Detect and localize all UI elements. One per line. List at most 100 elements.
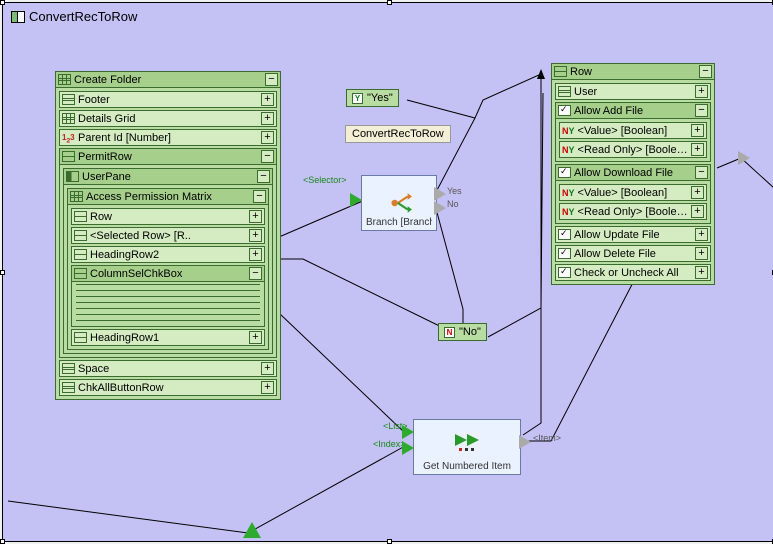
branch-caption: ConvertRecToRow [345, 125, 451, 143]
collapse-button[interactable]: − [249, 267, 262, 280]
expand-button[interactable]: + [249, 229, 262, 242]
tag-label: "No" [459, 326, 481, 338]
check-icon [558, 167, 571, 178]
input-port[interactable] [350, 193, 362, 207]
row-allow-update[interactable]: Allow Update File + [555, 226, 711, 243]
expand-button[interactable]: + [261, 362, 274, 375]
yes-box-icon: Y [352, 93, 363, 104]
allow-add-file-panel[interactable]: Allow Add File − NY <Value> [Boolean] + … [555, 102, 711, 162]
allow-download-file-panel[interactable]: Allow Download File − NY <Value> [Boolea… [555, 164, 711, 224]
row-chk-all[interactable]: ChkAllButtonRow + [59, 379, 277, 396]
row-row[interactable]: Row + [71, 208, 265, 225]
expand-button[interactable]: + [261, 131, 274, 144]
check-icon [558, 229, 571, 240]
rows-icon [62, 382, 75, 393]
row-icon [74, 211, 87, 222]
get-numbered-item-node[interactable]: Get Numbered Item [413, 419, 521, 475]
row-user[interactable]: User + [555, 83, 711, 100]
yes-tag[interactable]: Y "Yes" [346, 89, 399, 107]
expand-button[interactable]: + [691, 124, 704, 137]
expand-button[interactable]: + [691, 186, 704, 199]
ny-icon: NY [562, 126, 575, 136]
play-dots-icon [453, 432, 481, 452]
expand-button[interactable]: + [261, 381, 274, 394]
item-output-port[interactable] [519, 435, 531, 449]
expand-button[interactable]: + [249, 248, 262, 261]
yes-output-port[interactable] [434, 187, 446, 201]
panel-header[interactable]: Create Folder − [56, 72, 280, 88]
row-icon [74, 332, 87, 343]
expand-button[interactable]: + [261, 93, 274, 106]
index-port-label: <Index> [373, 439, 406, 449]
row-footer[interactable]: Footer + [59, 91, 277, 108]
row-value[interactable]: NY <Value> [Boolean] + [559, 122, 707, 139]
row-check-all[interactable]: Check or Uncheck All + [555, 264, 711, 281]
diagram-title-text: ConvertRecToRow [29, 9, 137, 24]
no-tag[interactable]: N "No" [438, 323, 487, 341]
row-selected-row[interactable]: <Selected Row> [R.. + [71, 227, 265, 244]
row-heading-row2[interactable]: HeadingRow2 + [71, 246, 265, 263]
row-panel[interactable]: Row − User + Allow Add File − NY <Value>… [551, 63, 715, 285]
up-port[interactable] [243, 522, 261, 538]
ny-icon: NY [562, 207, 575, 217]
collapse-button[interactable]: − [699, 65, 712, 78]
row-value[interactable]: NY <Value> [Boolean] + [559, 184, 707, 201]
check-icon [558, 267, 571, 278]
row-icon [74, 268, 87, 279]
list-input-port[interactable] [402, 425, 414, 439]
no-output-port[interactable] [434, 201, 446, 215]
permit-row-panel[interactable]: PermitRow − UserPane − [59, 148, 277, 358]
rows-icon [62, 363, 75, 374]
column-sel-panel[interactable]: ColumnSelChkBox − [71, 265, 265, 327]
row-heading-row1[interactable]: HeadingRow1 + [71, 329, 265, 346]
collapse-button[interactable]: − [257, 170, 270, 183]
expand-button[interactable]: + [249, 331, 262, 344]
row-parent-id[interactable]: 123 Parent Id [Number] + [59, 129, 277, 146]
grid-icon [70, 191, 83, 202]
row-details-grid[interactable]: Details Grid + [59, 110, 277, 127]
rows-icon [558, 86, 571, 97]
branch-icon [386, 190, 412, 216]
row-icon [74, 249, 87, 260]
row-readonly[interactable]: NY <Read Only> [Boolean] + [559, 141, 707, 158]
yes-port-label: Yes [447, 186, 462, 196]
collapse-button[interactable]: − [695, 166, 708, 179]
row-readonly[interactable]: NY <Read Only> [Boolean] + [559, 203, 707, 220]
rows-icon [62, 94, 75, 105]
expand-button[interactable]: + [691, 143, 704, 156]
expand-button[interactable]: + [695, 266, 708, 279]
item-port-label: <Item> [533, 433, 561, 443]
diagram-title: ConvertRecToRow [11, 9, 137, 24]
canvas[interactable]: ConvertRecToRow Create Folder − Footer +… [2, 2, 773, 542]
expand-button[interactable]: + [691, 205, 704, 218]
collapse-button[interactable]: − [253, 190, 266, 203]
expand-button[interactable]: + [261, 112, 274, 125]
collapse-button[interactable]: − [695, 104, 708, 117]
output-arrow[interactable] [738, 151, 750, 165]
diagram-icon [11, 11, 25, 23]
check-icon [558, 105, 571, 116]
stripes-content [76, 284, 260, 324]
create-folder-panel[interactable]: Create Folder − Footer + Details Grid + … [55, 71, 281, 400]
user-pane-panel[interactable]: UserPane − Access Permission Matrix − [63, 168, 273, 354]
node-label: Branch [Branch .. [366, 217, 432, 228]
tag-label: "Yes" [367, 92, 393, 104]
expand-button[interactable]: + [249, 210, 262, 223]
selector-port-label: <Selector> [303, 175, 347, 185]
grid-icon [58, 74, 71, 85]
collapse-button[interactable]: − [265, 73, 278, 86]
expand-button[interactable]: + [695, 228, 708, 241]
expand-button[interactable]: + [695, 247, 708, 260]
row-allow-delete[interactable]: Allow Delete File + [555, 245, 711, 262]
collapse-button[interactable]: − [261, 150, 274, 163]
expand-button[interactable]: + [695, 85, 708, 98]
row-icon [62, 151, 75, 162]
matrix-panel[interactable]: Access Permission Matrix − Row + [67, 188, 269, 350]
no-port-label: No [447, 199, 459, 209]
index-input-port[interactable] [402, 441, 414, 455]
branch-node[interactable]: Branch [Branch .. [361, 175, 437, 231]
ny-icon: NY [562, 145, 575, 155]
no-box-icon: N [444, 327, 455, 338]
row-icon [74, 230, 87, 241]
row-space[interactable]: Space + [59, 360, 277, 377]
